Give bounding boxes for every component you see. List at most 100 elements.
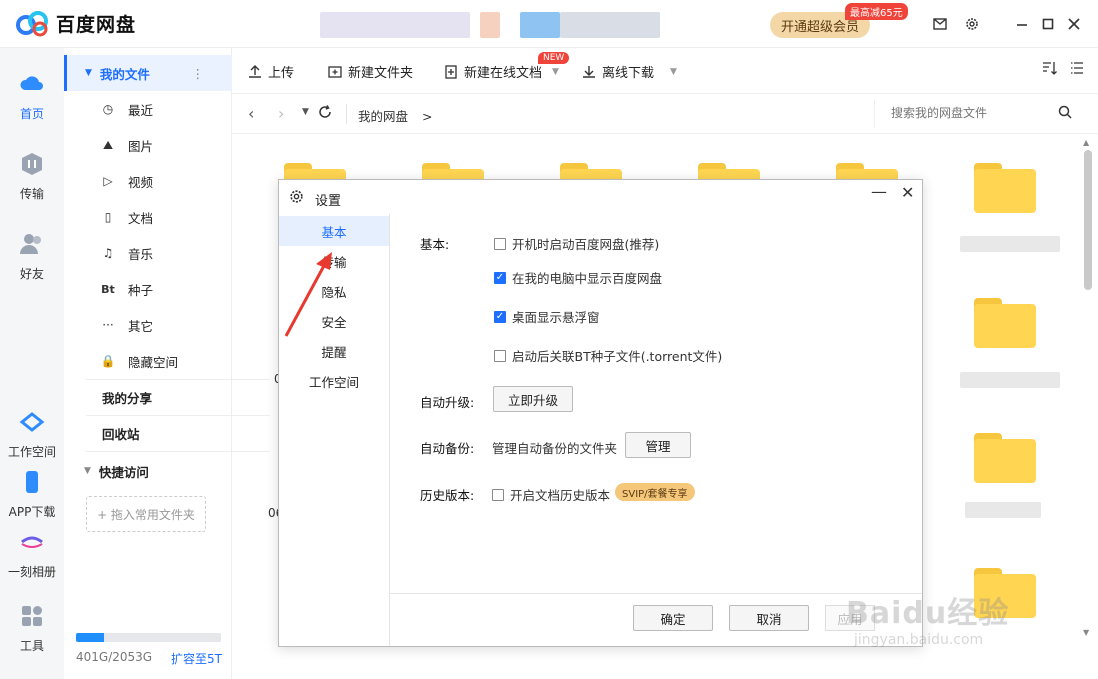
- basic-option-checkbox[interactable]: 启动后关联BT种子文件(.torrent文件): [494, 346, 722, 365]
- ok-button[interactable]: 确定: [633, 605, 713, 631]
- upgrade-now-button[interactable]: 立即升级: [493, 386, 573, 412]
- checkbox-checked-icon[interactable]: ✓: [494, 271, 506, 284]
- scroll-up-icon[interactable]: ▲: [1083, 138, 1089, 147]
- history-version-label: 历史版本:: [420, 488, 475, 503]
- title-bar: 百度网盘 开通超级会员 最高减65元: [0, 0, 1098, 48]
- sidebar-item[interactable]: Bt 种子: [64, 271, 232, 307]
- checkbox-box[interactable]: [494, 349, 506, 362]
- basic-option-checkbox[interactable]: ✓ 在我的电脑中显示百度网盘: [494, 268, 662, 287]
- sidebar-recycle[interactable]: 回收站: [64, 415, 232, 451]
- rail-home[interactable]: 首页: [0, 70, 64, 122]
- sidebar-item[interactable]: ··· 其它: [64, 307, 232, 343]
- scrollbar-thumb[interactable]: [1084, 150, 1092, 290]
- history-version-checkbox[interactable]: 开启文档历史版本: [492, 485, 610, 504]
- sidebar-item[interactable]: 🔒 隐藏空间: [64, 343, 232, 379]
- cloud-icon: [20, 76, 43, 90]
- storage-progress-bar: [76, 633, 221, 642]
- dialog-nav-item[interactable]: 基本: [279, 216, 389, 246]
- cancel-button[interactable]: 取消: [729, 605, 809, 631]
- rail-transfer[interactable]: 传输: [0, 150, 64, 202]
- rail-tools[interactable]: 工具: [0, 602, 64, 654]
- sidebar-item-label: 其它: [128, 318, 154, 334]
- back-arrow-icon[interactable]: ‹: [248, 104, 254, 123]
- rail-app-download[interactable]: APP下载: [0, 468, 64, 520]
- new-folder-label: 新建文件夹: [348, 66, 414, 81]
- folder-item[interactable]: [974, 433, 1036, 483]
- dialog-nav-item[interactable]: 工作空间: [279, 366, 389, 396]
- sidebar-quick-access[interactable]: ▼ 快捷访问: [64, 453, 232, 489]
- basic-option-checkbox[interactable]: ✓ 桌面显示悬浮窗: [494, 307, 600, 326]
- expand-storage-link[interactable]: 扩容至5T: [171, 650, 222, 667]
- sidebar-item-label: 最近: [128, 102, 154, 118]
- scroll-down-icon[interactable]: ▼: [1083, 628, 1089, 637]
- sidebar-item[interactable]: ▷ 视频: [64, 163, 232, 199]
- rail-workspace[interactable]: 工作空间: [0, 408, 64, 460]
- sidebar-divider: [86, 451, 270, 452]
- upload-icon: [249, 64, 261, 78]
- blurred-region: [480, 12, 500, 38]
- sidebar-item-label: 种子: [128, 282, 154, 298]
- sidebar-item[interactable]: ♫ 音乐: [64, 235, 232, 271]
- music-icon: ♫: [102, 246, 114, 260]
- drag-folder-dropzone[interactable]: + 拖入常用文件夹: [86, 496, 206, 532]
- forward-arrow-icon[interactable]: ›: [278, 104, 284, 123]
- auto-backup-label: 自动备份:: [420, 441, 475, 456]
- close-icon[interactable]: [1064, 14, 1084, 34]
- tools-icon: [22, 606, 42, 626]
- rail-album[interactable]: 一刻相册: [0, 528, 64, 580]
- maximize-icon[interactable]: [1038, 14, 1058, 34]
- vip-discount-badge: 最高减65元: [845, 3, 908, 20]
- toolbar: 上传 新建文件夹 新建在线文档 ▼ 离线下载 ▼: [232, 48, 1098, 94]
- sidebar-my-files[interactable]: ▼ 我的文件 ⋮: [64, 55, 232, 91]
- more-vertical-icon[interactable]: ⋮: [192, 66, 205, 81]
- sidebar-item-label: 文档: [128, 210, 154, 226]
- sidebar-item-label: 音乐: [128, 246, 154, 262]
- rail-album-label: 一刻相册: [7, 565, 56, 579]
- basic-option-label: 开机时启动百度网盘(推荐): [512, 237, 660, 252]
- app-logo: 百度网盘: [16, 10, 136, 37]
- nav-bar: ‹ › ▼ 我的网盘 >: [232, 94, 1098, 134]
- dropdown-caret-icon[interactable]: ▼: [552, 67, 559, 77]
- dialog-close-icon[interactable]: ✕: [901, 183, 914, 202]
- breadcrumb-separator: >: [422, 109, 433, 124]
- sidebar-my-files-label: 我的文件: [99, 66, 150, 82]
- checkbox-checked-icon[interactable]: ✓: [494, 310, 506, 323]
- new-online-doc-button[interactable]: 新建在线文档 ▼: [444, 62, 559, 81]
- baidu-netdisk-logo-icon: [16, 10, 48, 36]
- sidebar-item[interactable]: ◷ 最近: [64, 91, 232, 127]
- list-view-icon[interactable]: [1070, 61, 1084, 75]
- search-icon[interactable]: [1058, 105, 1072, 119]
- dialog-title: 设置: [315, 194, 342, 209]
- blurred-region: [520, 12, 560, 38]
- sidebar-item-label: 隐藏空间: [128, 354, 179, 370]
- sidebar-recycle-label: 回收站: [102, 426, 140, 442]
- blurred-region: [560, 12, 660, 38]
- search-input[interactable]: [891, 100, 1061, 126]
- sidebar-item[interactable]: ▯ 文档: [64, 199, 232, 235]
- sort-icon[interactable]: [1042, 61, 1058, 75]
- checkbox-box[interactable]: [492, 488, 504, 501]
- offline-download-button[interactable]: 离线下载 ▼: [582, 62, 677, 81]
- settings-gear-icon[interactable]: [962, 14, 982, 34]
- manage-backup-button[interactable]: 管理: [625, 432, 691, 458]
- rail-home-label: 首页: [19, 107, 44, 121]
- mail-icon[interactable]: [930, 14, 950, 34]
- refresh-icon[interactable]: [318, 104, 332, 123]
- sidebar-my-share[interactable]: 我的分享: [64, 379, 232, 415]
- new-folder-button[interactable]: 新建文件夹: [328, 62, 413, 81]
- upload-button[interactable]: 上传: [248, 62, 294, 81]
- dialog-minimize-icon[interactable]: —: [871, 182, 887, 201]
- sidebar-item[interactable]: ⛰ 图片: [64, 127, 232, 163]
- folder-item[interactable]: [974, 163, 1036, 213]
- folder-item[interactable]: [974, 298, 1036, 348]
- minimize-icon[interactable]: [1012, 14, 1032, 34]
- dropdown-caret-icon[interactable]: ▼: [670, 67, 677, 77]
- breadcrumb-root[interactable]: 我的网盘: [358, 109, 408, 124]
- blurred-region: [320, 12, 470, 38]
- rail-friends[interactable]: 好友: [0, 230, 64, 282]
- history-dropdown-icon[interactable]: ▼: [302, 107, 309, 117]
- basic-option-checkbox[interactable]: 开机时启动百度网盘(推荐): [494, 234, 659, 253]
- left-rail: 首页 传输 好友 工作空间 APP下载 一刻相册 工具: [0, 48, 64, 679]
- blurred-filename: [960, 236, 1060, 252]
- checkbox-box[interactable]: [494, 237, 506, 250]
